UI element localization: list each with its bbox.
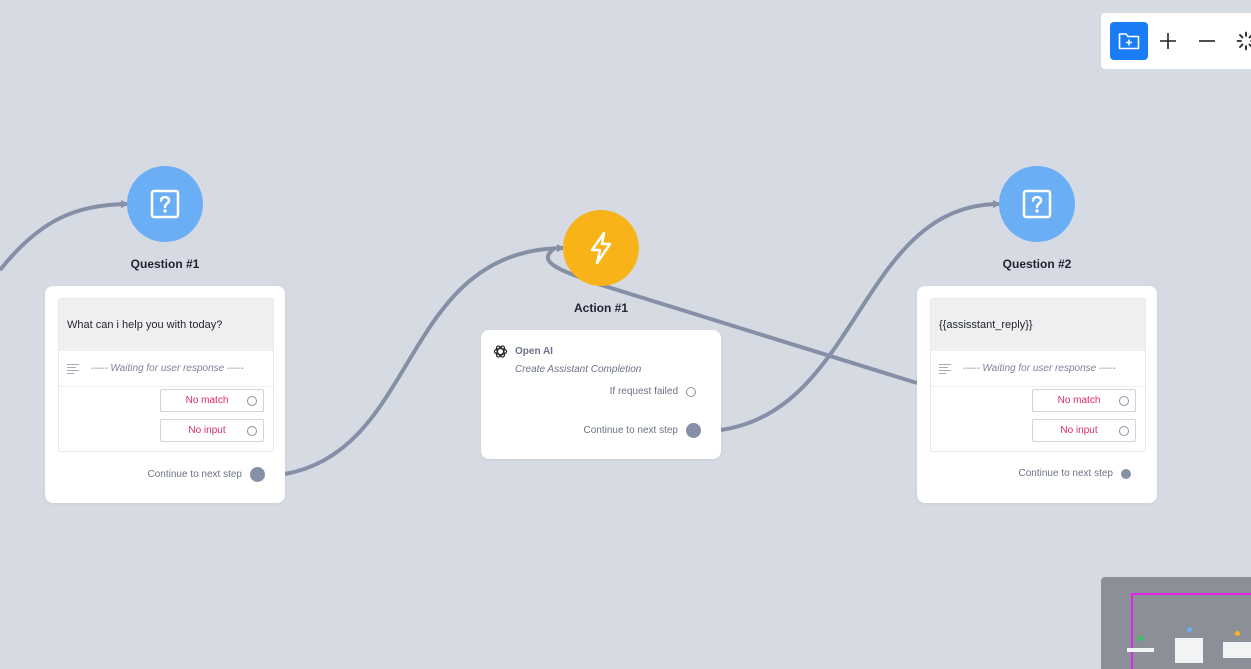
minimap-action-node [1223,642,1251,658]
question2-waiting-row: ----- Waiting for user response ----- [931,351,1145,387]
action1-continue-row: Continue to next step [583,423,701,438]
question1-title: Question #1 [130,257,200,271]
minimap-question-dot [1187,627,1192,632]
add-folder-icon [1118,33,1140,50]
question-mark-icon [1022,189,1052,219]
continue-label: Continue to next step [1018,468,1113,479]
minimap-action-dot [1235,631,1240,636]
failed-port-handle[interactable] [686,386,696,397]
port-handle[interactable] [1119,425,1129,436]
continue-label: Continue to next step [583,425,678,436]
canvas-toolbar [1101,13,1251,69]
text-lines-icon [939,362,951,376]
question2-waiting-text: ----- Waiting for user response ----- [963,363,1116,374]
minimap-start-dot [1138,636,1143,641]
question2-title: Question #2 [1002,257,1072,271]
question2-node-icon[interactable] [999,166,1075,242]
no-match-label: No match [1057,395,1101,406]
question1-continue-row: Continue to next step [147,467,265,482]
zoom-out-icon [1199,40,1215,42]
fit-view-button[interactable] [1227,22,1251,60]
no-input-label: No input [188,425,226,436]
zoom-in-button[interactable] [1149,22,1187,60]
zoom-out-button[interactable] [1188,22,1226,60]
action1-failed-row: If request failed [610,386,696,397]
continue-port-handle[interactable] [250,467,265,482]
action1-operation: Create Assistant Completion [515,364,642,375]
question-mark-icon [150,189,180,219]
question2-body: {{assisstant_reply}} ----- Waiting for u… [930,298,1146,452]
action1-title: Action #1 [573,301,628,315]
zoom-in-icon [1160,33,1176,49]
question1-card[interactable]: What can i help you with today? ----- Wa… [45,286,285,503]
question1-waiting-row: ----- Waiting for user response ----- [59,351,273,387]
loading-spinner-icon [1236,31,1251,51]
continue-port-handle[interactable] [686,423,701,438]
minimap[interactable] [1101,577,1251,669]
minimap-question-node [1175,638,1203,663]
failed-label: If request failed [609,386,678,397]
continue-label: Continue to next step [147,469,242,480]
lightning-bolt-icon [590,231,612,265]
text-lines-icon [67,362,79,376]
continue-port-handle[interactable] [1121,468,1131,479]
question2-prompt: {{assisstant_reply}} [931,299,1145,351]
action1-provider-row: Open AI [493,344,553,359]
question2-card[interactable]: {{assisstant_reply}} ----- Waiting for u… [917,286,1157,503]
question1-node-icon[interactable] [127,166,203,242]
question1-prompt: What can i help you with today? [59,299,273,351]
question2-no-match-port[interactable]: No match [1032,389,1136,412]
no-input-label: No input [1060,425,1098,436]
action1-provider: Open AI [515,346,553,357]
flow-canvas[interactable]: Question #1 What can i help you with tod… [0,0,1251,669]
port-handle[interactable] [247,425,257,436]
minimap-start-node [1127,648,1154,652]
question1-no-input-port[interactable]: No input [160,419,264,442]
question2-continue-row: Continue to next step [1018,468,1131,479]
openai-logo-icon [493,345,508,358]
port-handle[interactable] [247,395,257,406]
action1-card[interactable]: Open AI Create Assistant Completion If r… [481,330,721,459]
question1-body: What can i help you with today? ----- Wa… [58,298,274,452]
question1-no-match-port[interactable]: No match [160,389,264,412]
no-match-label: No match [185,395,229,406]
question2-no-input-port[interactable]: No input [1032,419,1136,442]
action1-node-icon[interactable] [563,210,639,286]
port-handle[interactable] [1119,395,1129,406]
add-folder-button[interactable] [1110,22,1148,60]
question1-waiting-text: ----- Waiting for user response ----- [91,363,244,374]
